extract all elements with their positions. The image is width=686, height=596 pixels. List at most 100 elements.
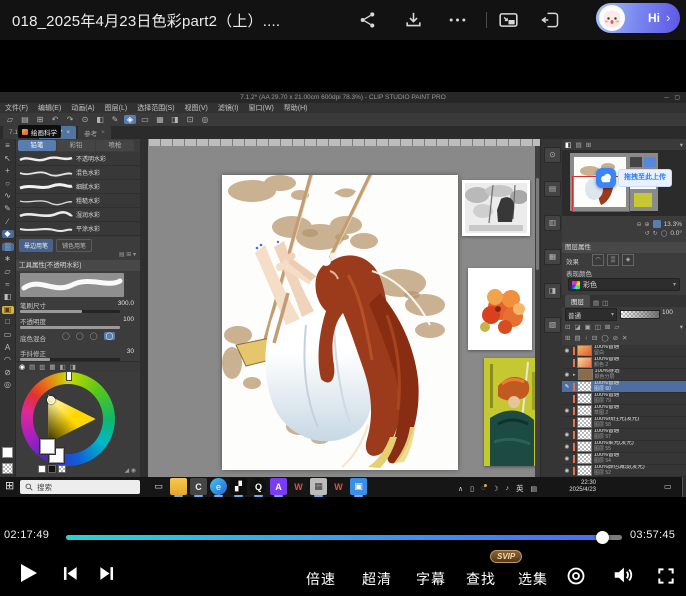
swatch-white[interactable]	[38, 465, 46, 473]
taskbar-search-box[interactable]: 搜索	[20, 480, 140, 494]
menu-edit[interactable]: 编辑(E)	[38, 103, 61, 113]
layer-search-tab-icon[interactable]: ▤	[593, 299, 599, 307]
airbrush-tool-icon-selected[interactable]: ░	[2, 243, 14, 251]
zoom-in-icon[interactable]: ⊕	[645, 221, 650, 228]
stabilization-value[interactable]: 30	[127, 348, 134, 355]
pencil-tool-icon[interactable]: ∕	[2, 218, 14, 226]
subview-tab-icon[interactable]: ▤	[576, 141, 582, 149]
eraser-tool-icon[interactable]: ▱	[2, 268, 14, 276]
layer-visibility-icon[interactable]: ◉	[563, 372, 571, 378]
share-icon[interactable]	[358, 9, 377, 31]
quality-button[interactable]: 超清	[362, 569, 392, 589]
progress-bar[interactable]	[66, 535, 622, 540]
pen-mode-icon[interactable]: ✎	[109, 115, 121, 124]
transparent-color-swatch[interactable]	[2, 463, 13, 474]
progress-handle[interactable]	[596, 531, 609, 544]
play-button[interactable]	[16, 561, 40, 585]
lock-all-icon[interactable]: ⊠	[605, 323, 610, 331]
color-set-tab-icon[interactable]: ▥	[39, 362, 45, 373]
edge-blur-chip[interactable]: 晕边用笔	[19, 239, 53, 252]
expression-color-dropdown[interactable]: 彩色 ▾	[568, 278, 680, 291]
layer-row[interactable]: 100%普通颜色 2	[562, 357, 686, 369]
wps-icon[interactable]: W	[290, 478, 307, 495]
brush-item[interactable]: 平涂水彩	[16, 222, 140, 236]
screenshot-upload-toast[interactable]: 拖拽至此上传	[596, 168, 672, 188]
subtool-footer-icons[interactable]: ▤ ⊞ ▾	[119, 251, 136, 258]
open-icon[interactable]: ▤	[19, 115, 31, 124]
menu-selection[interactable]: 选择范围(S)	[137, 103, 174, 113]
account-button[interactable]: Hi ›	[596, 3, 680, 33]
correct-line-tool-icon[interactable]: ⊘	[2, 369, 14, 377]
merge-layer-icon[interactable]: ⊟	[592, 334, 597, 342]
csp-window-buttons[interactable]: ─ ▢	[664, 94, 682, 101]
screenshot-tool-icon[interactable]: ▦	[310, 478, 327, 495]
canvas-viewport[interactable]	[140, 139, 540, 477]
capcut-icon[interactable]: ▞	[230, 478, 247, 495]
brush-size-slider[interactable]	[20, 310, 120, 313]
snap-icon[interactable]: ⊡	[184, 115, 196, 124]
zoom-out-icon[interactable]: ⊖	[637, 221, 642, 228]
layer-row-selected[interactable]: ✎100%普通图层 60	[562, 381, 686, 393]
new-folder-icon[interactable]: ▤	[574, 334, 580, 342]
mini-player-icon[interactable]	[540, 9, 560, 31]
border-effect-icon[interactable]: ◠	[592, 254, 604, 266]
main-menu-icon[interactable]: ≡	[2, 142, 14, 150]
purple-app-icon[interactable]: A	[270, 478, 287, 495]
grid-icon[interactable]: ▦	[154, 115, 166, 124]
more-options-icon[interactable]	[448, 9, 467, 31]
layer-visibility-icon[interactable]: ◉	[563, 468, 571, 474]
layer-visibility-icon[interactable]: ◉	[563, 444, 571, 450]
mix-option-3[interactable]: ◯	[90, 332, 98, 340]
flip-icon[interactable]: ◯	[661, 230, 668, 237]
layer-row[interactable]: ◉100%柔光(发光)图层 55	[562, 441, 686, 453]
tray-notification-icon[interactable]: ◌	[481, 485, 485, 492]
subtitle-button[interactable]: 字幕	[416, 569, 446, 589]
mirror-icon[interactable]: ◨	[169, 115, 181, 124]
layer-visibility-icon[interactable]: ◉	[563, 348, 571, 354]
edge-browser-icon[interactable]: e	[210, 478, 227, 495]
layer-row[interactable]: ◉100%普通图层 54	[562, 453, 686, 465]
opacity-value[interactable]: 100	[123, 316, 134, 323]
zoom-value[interactable]: 13.3%	[664, 221, 682, 228]
editing-pen-icon[interactable]: ✎	[563, 384, 571, 390]
history-icon[interactable]: ▥	[544, 215, 561, 231]
close-icon[interactable]: ×	[101, 129, 105, 136]
lock-layer-icon[interactable]: ◪	[574, 323, 580, 331]
color-mixing-tab-icon[interactable]: ▦	[49, 362, 55, 373]
subtool-tab-colored-pencil[interactable]: 彩铅	[57, 140, 95, 151]
fullscreen-button[interactable]	[656, 566, 676, 586]
folder-expand-icon[interactable]: ▸	[573, 372, 576, 378]
close-icon[interactable]: ×	[66, 129, 70, 136]
layer-row[interactable]: 100%线性光(发光)图层 58	[562, 417, 686, 429]
blend-tool-icon[interactable]: ≈	[2, 281, 14, 289]
approx-color-tab-icon[interactable]: ◧	[60, 362, 66, 373]
settings-button[interactable]	[566, 566, 586, 586]
reference-layer-icon[interactable]: ▱	[614, 323, 619, 331]
lock-transparent-icon[interactable]: ▣	[585, 323, 591, 331]
quick-access-icon[interactable]: ⊙	[544, 147, 561, 163]
mix-option-2[interactable]: ◯	[76, 332, 84, 340]
save-icon[interactable]: ⊞	[34, 115, 46, 124]
mask-layer-icon[interactable]: ◯	[601, 334, 608, 342]
clip-to-layer-icon[interactable]: ⊡	[565, 323, 570, 331]
volume-button[interactable]	[612, 564, 634, 586]
layer-row[interactable]: ◉100%颜色减淡(发光)图层 52	[562, 465, 686, 477]
layer-row[interactable]: ◉100%普通图层 57	[562, 429, 686, 441]
mix-option-1[interactable]: ◯	[62, 332, 70, 340]
lasso-tool-icon[interactable]: ∿	[2, 192, 14, 200]
playback-speed-button[interactable]: 倍速	[306, 569, 336, 589]
decoration-tool-icon[interactable]: ∗	[2, 255, 14, 263]
layer-opacity-value[interactable]: 100	[662, 309, 673, 316]
select-tool-icon[interactable]: ○	[2, 180, 14, 188]
fit-to-screen-icon[interactable]	[653, 220, 661, 228]
auto-action-icon[interactable]: ▦	[544, 249, 561, 265]
deselect-icon[interactable]: ⊙	[79, 115, 91, 124]
subtool-tab-airbrush[interactable]: 喷枪	[96, 140, 134, 151]
curve-tool-icon[interactable]: ◠	[2, 356, 14, 364]
reference-image-character[interactable]	[484, 358, 540, 466]
canvas-pasteboard[interactable]	[148, 146, 540, 477]
new-layer-icon[interactable]: ⊞	[565, 334, 570, 342]
color-panel-footer-icons[interactable]: ◢ ◉	[124, 467, 136, 474]
file-explorer-icon[interactable]	[170, 478, 187, 495]
find-button[interactable]: 查找	[466, 569, 496, 589]
